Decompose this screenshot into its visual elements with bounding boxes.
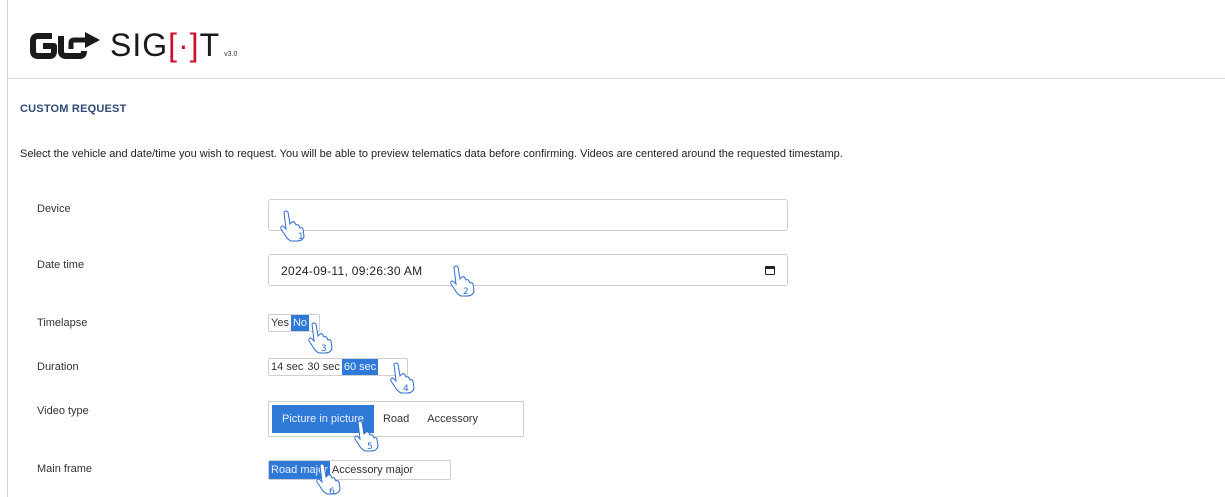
duration-option-14[interactable]: 14 sec [269,359,305,375]
page-description: Select the vehicle and date/time you wis… [20,148,843,160]
datetime-input[interactable]: 2024-09-11, 09:26:30 AM [268,254,788,286]
video-type-label: Video type [37,405,89,417]
datetime-value: 2024-09-11, 09:26:30 AM [281,264,423,278]
video-type-option-pip[interactable]: Picture in picture [272,405,374,433]
duration-label: Duration [37,361,79,373]
timelapse-toggle: Yes No [268,314,320,332]
page-title: CUSTOM REQUEST [20,103,127,115]
video-type-option-accessory[interactable]: Accessory [418,405,487,433]
header-bar: SIG[·]T v3.0 [8,0,1225,79]
main-frame-label: Main frame [37,463,93,475]
calendar-icon[interactable] [765,266,775,275]
step-marker-2: 2 [463,287,469,297]
go-logo-icon [30,32,100,59]
step-marker-1: 1 [298,232,304,242]
step-marker-3: 3 [321,344,327,354]
timelapse-option-yes[interactable]: Yes [269,315,291,331]
step-marker-5: 5 [367,442,373,452]
app-logo: SIG[·]T v3.0 [30,22,237,62]
device-select[interactable] [268,199,788,231]
duration-option-60[interactable]: 60 sec [341,359,379,375]
duration-toggle: 14 sec 30 sec 60 sec [268,358,408,376]
video-type-toggle: Picture in picture Road Accessory [268,401,524,437]
timelapse-option-no[interactable]: No [290,315,310,331]
step-marker-4: 4 [403,384,409,394]
main-frame-toggle: Road major Accessory major [268,460,451,480]
version-label: v3.0 [224,51,238,58]
timelapse-label: Timelapse [37,317,88,329]
step-marker-6: 6 [329,487,335,497]
datetime-label: Date time [37,259,85,271]
device-label: Device [37,203,71,215]
main-frame-option-accessory-major[interactable]: Accessory major [330,461,415,479]
duration-option-30[interactable]: 30 sec [305,359,341,375]
main-frame-option-road-major[interactable]: Road major [269,461,330,479]
video-type-option-road[interactable]: Road [374,405,418,433]
logo-wordmark: SIG[·]T [110,27,221,63]
